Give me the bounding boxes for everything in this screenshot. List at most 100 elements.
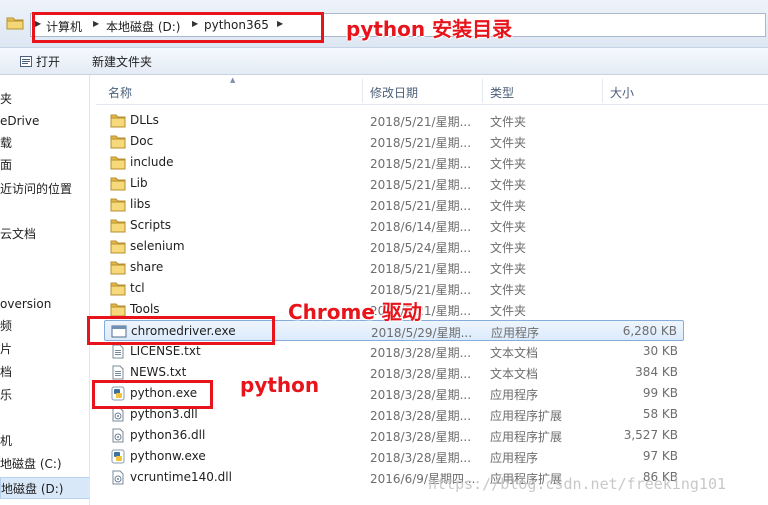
- file-type: 文件夹: [490, 283, 527, 297]
- file-type: 文本文档: [490, 367, 539, 381]
- column-divider[interactable]: [602, 79, 603, 103]
- file-row[interactable]: Scripts 2018/6/14/星期... 文件夹: [104, 215, 684, 236]
- folder-icon: [110, 156, 126, 170]
- file-name: Lib: [130, 176, 148, 190]
- nav-item[interactable]: 地磁盘 (C:): [0, 453, 89, 475]
- nav-item[interactable]: oversion: [0, 293, 89, 315]
- file-modified: 2018/5/24/星期...: [370, 241, 472, 255]
- folder-icon: [110, 198, 126, 212]
- column-name[interactable]: 名称: [108, 84, 132, 101]
- file-size: 3,527 KB: [623, 428, 678, 442]
- file-name: python36.dll: [130, 428, 206, 442]
- file-name: libs: [130, 197, 151, 211]
- file-modified: 2018/5/29/星期...: [371, 326, 473, 340]
- nav-item[interactable]: 机: [0, 430, 89, 452]
- folder-icon: [110, 282, 126, 296]
- column-headers: ▲ 名称 修改日期 类型 大小: [96, 75, 768, 105]
- nav-item[interactable]: 夹: [0, 88, 89, 110]
- column-type[interactable]: 类型: [490, 84, 514, 101]
- column-modified[interactable]: 修改日期: [370, 84, 418, 101]
- file-modified: 2018/3/28/星期...: [370, 409, 472, 423]
- nav-item[interactable]: 档: [0, 361, 89, 383]
- dll-icon: [112, 470, 124, 485]
- column-divider[interactable]: [362, 79, 363, 103]
- file-type: 文本文档: [490, 346, 539, 360]
- command-bar: 打开 新建文件夹: [0, 48, 768, 75]
- dll-icon: [112, 407, 124, 422]
- python-icon: [111, 449, 125, 464]
- text-file-icon: [112, 344, 124, 359]
- nav-item[interactable]: 频: [0, 315, 89, 337]
- file-row[interactable]: Lib 2018/5/21/星期... 文件夹: [104, 173, 684, 194]
- file-type: 应用程序: [491, 326, 540, 340]
- file-name: Tools: [130, 302, 160, 316]
- folder-icon: [110, 261, 126, 275]
- open-label: 打开: [36, 55, 61, 69]
- folder-icon: [6, 17, 24, 30]
- file-type: 文件夹: [490, 157, 527, 171]
- file-type: 文件夹: [490, 241, 527, 255]
- file-modified: 2018/3/28/星期...: [370, 430, 472, 444]
- open-button[interactable]: 打开: [20, 53, 60, 70]
- file-modified: 2018/5/21/星期...: [370, 115, 472, 129]
- column-size[interactable]: 大小: [610, 84, 634, 101]
- file-row[interactable]: selenium 2018/5/24/星期... 文件夹: [104, 236, 684, 257]
- file-size: 6,280 KB: [622, 324, 677, 338]
- file-row[interactable]: share 2018/5/21/星期... 文件夹: [104, 257, 684, 278]
- file-modified: 2018/5/21/星期...: [370, 136, 472, 150]
- file-size: 97 KB: [642, 449, 678, 463]
- watermark: https://blog.csdn.net/freeking101: [428, 475, 727, 493]
- folder-icon: [110, 177, 126, 191]
- file-row[interactable]: include 2018/5/21/星期... 文件夹: [104, 152, 684, 173]
- folder-icon: [110, 240, 126, 254]
- file-type: 应用程序扩展: [490, 430, 563, 444]
- file-name: include: [130, 155, 174, 169]
- file-name: selenium: [130, 239, 185, 253]
- file-list[interactable]: ▲ 名称 修改日期 类型 大小 DLLs 2018/5/21/星期... 文件夹 Do…: [96, 75, 768, 505]
- annotation-install-dir: python 安装目录: [346, 17, 513, 41]
- file-type: 文件夹: [490, 115, 527, 129]
- file-size: 30 KB: [642, 344, 678, 358]
- nav-item[interactable]: 乐: [0, 384, 89, 406]
- nav-item[interactable]: 载: [0, 132, 89, 154]
- file-name: LICENSE.txt: [130, 344, 201, 358]
- file-modified: 2018/6/14/星期...: [370, 220, 472, 234]
- nav-item[interactable]: 云文档: [0, 223, 89, 245]
- file-name: python3.dll: [130, 407, 198, 421]
- file-type: 应用程序扩展: [490, 409, 563, 423]
- file-type: 应用程序: [490, 388, 539, 402]
- file-type: 文件夹: [490, 199, 527, 213]
- file-type: 文件夹: [490, 304, 527, 318]
- file-modified: 2018/5/21/星期...: [370, 178, 472, 192]
- file-name: Doc: [130, 134, 154, 148]
- nav-item[interactable]: 近访问的位置: [0, 178, 89, 200]
- nav-item[interactable]: 面: [0, 154, 89, 176]
- annotation-chrome-driver: Chrome 驱动: [288, 300, 422, 324]
- file-row[interactable]: Doc 2018/5/21/星期... 文件夹: [104, 131, 684, 152]
- nav-item[interactable]: 地磁盘 (D:): [0, 477, 89, 499]
- folder-icon: [110, 135, 126, 149]
- dll-icon: [112, 428, 124, 443]
- file-modified: 2018/5/21/星期...: [370, 262, 472, 276]
- file-name: Scripts: [130, 218, 172, 232]
- install-dir-highlight: [32, 12, 324, 43]
- navigation-pane[interactable]: 夹 eDrive 载面近访问的位置 云文档 oversion 频片档乐机地磁盘 (C:) 地…: [0, 75, 90, 505]
- python-exe-highlight: [92, 380, 213, 409]
- file-name: vcruntime140.dll: [130, 470, 232, 484]
- file-type: 应用程序: [490, 451, 539, 465]
- file-name: DLLs: [130, 113, 159, 127]
- column-divider[interactable]: [482, 79, 483, 103]
- file-size: 384 KB: [635, 365, 678, 379]
- file-row[interactable]: DLLs 2018/5/21/星期... 文件夹: [104, 110, 684, 131]
- nav-item[interactable]: 片: [0, 338, 89, 360]
- file-name: share: [130, 260, 164, 274]
- file-modified: 2018/3/28/星期...: [370, 346, 472, 360]
- file-row[interactable]: python36.dll 2018/3/28/星期... 应用程序扩展 3,527 K…: [104, 425, 684, 446]
- nav-item[interactable]: eDrive: [0, 110, 89, 132]
- file-modified: 2018/5/21/星期...: [370, 199, 472, 213]
- new-folder-button[interactable]: 新建文件夹: [92, 53, 152, 70]
- file-row[interactable]: libs 2018/5/21/星期... 文件夹: [104, 194, 684, 215]
- folder-icon: [110, 114, 126, 128]
- file-row[interactable]: pythonw.exe 2018/3/28/星期... 应用程序 97 KB: [104, 446, 684, 467]
- open-icon: [20, 56, 32, 67]
